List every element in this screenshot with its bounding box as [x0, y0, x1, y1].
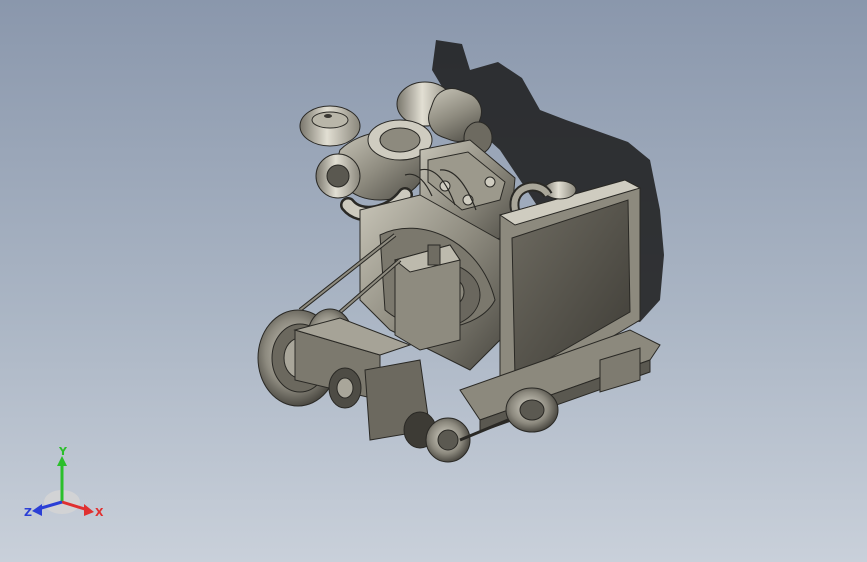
- y-axis-label: Y: [58, 446, 68, 458]
- z-axis-label: Z: [24, 506, 32, 519]
- z-arrow-icon: [32, 504, 42, 516]
- x-axis-label: X: [95, 506, 104, 519]
- graphics-viewport[interactable]: Y X Z: [0, 0, 867, 562]
- air-filter: [299, 105, 361, 147]
- view-triad[interactable]: Y X Z: [22, 446, 106, 526]
- fuel-pump: [393, 244, 461, 351]
- x-arrow-icon: [84, 504, 94, 516]
- engine-model[interactable]: [0, 0, 867, 562]
